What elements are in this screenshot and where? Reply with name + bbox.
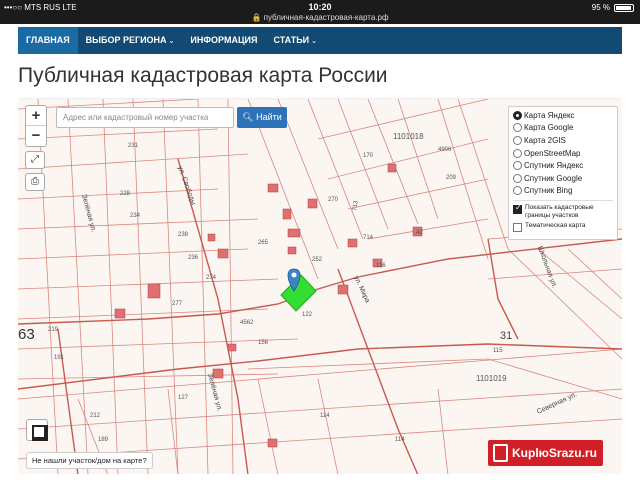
layer-option[interactable]: Карта Google bbox=[513, 122, 613, 135]
zoom-out-button[interactable]: − bbox=[26, 126, 46, 146]
chevron-down-icon: ⌄ bbox=[168, 38, 175, 45]
parcel-number: 170 bbox=[363, 153, 374, 159]
status-bar: •••○○ MTS RUS LTE 10:20 🔒 публичная-када… bbox=[0, 0, 640, 24]
battery-percent: 95 % bbox=[591, 3, 610, 12]
radio-selected-icon[interactable] bbox=[513, 110, 522, 120]
parcel-number: 274 bbox=[206, 275, 217, 281]
street-label-mira: ул. Мира bbox=[352, 275, 371, 304]
logo-icon bbox=[493, 444, 508, 462]
battery-icon bbox=[614, 3, 634, 12]
parcel-number: 122 bbox=[302, 312, 313, 318]
print-button[interactable]: ⎙ bbox=[25, 173, 45, 191]
layer-option[interactable]: Карта Яндекс bbox=[513, 109, 613, 122]
parcel-number: 234 bbox=[130, 213, 141, 219]
parcel-number: 127 bbox=[178, 395, 189, 401]
radio-icon[interactable] bbox=[513, 186, 522, 196]
nav-region[interactable]: ВЫБОР РЕГИОНА ⌄ bbox=[78, 27, 183, 54]
nav-home[interactable]: ГЛАВНАЯ bbox=[18, 27, 78, 54]
block-label-31: 31 bbox=[500, 330, 512, 342]
fullscreen-button[interactable] bbox=[26, 419, 48, 441]
parcel-number: 115 bbox=[493, 348, 503, 354]
cadastral-label-1101018: 1101018 bbox=[393, 132, 424, 141]
parcel-number: 189 bbox=[98, 437, 109, 443]
parcel-number: 231 bbox=[128, 143, 139, 149]
parcel-number: 4562 bbox=[240, 320, 254, 326]
print-icon: ⎙ bbox=[31, 176, 39, 187]
block-label-63: 63 bbox=[18, 326, 35, 343]
address-bar-url[interactable]: 🔒 публичная-кадастровая-карта.рф bbox=[0, 13, 640, 22]
parcel-number: 265 bbox=[258, 240, 269, 246]
street-label-shkolnaya: Школьная ул. bbox=[536, 245, 558, 289]
parcel-number: 156 bbox=[258, 340, 269, 346]
parcel-number: 713 bbox=[352, 200, 360, 212]
parcel-number: 219 bbox=[48, 327, 59, 333]
parcel-number: 209 bbox=[446, 175, 457, 181]
ruler-icon: ⤢ bbox=[31, 154, 39, 165]
show-borders-toggle[interactable]: Показать кадастровые границы участков bbox=[513, 204, 613, 220]
layer-option[interactable]: Карта 2GIS bbox=[513, 134, 613, 147]
search-button[interactable]: 🔍︎ Найти bbox=[237, 107, 287, 128]
parcel-number: 714 bbox=[363, 235, 374, 241]
clock: 10:20 bbox=[308, 2, 332, 12]
nav-info[interactable]: ИНФОРМАЦИЯ bbox=[182, 27, 265, 54]
parcel-number: 116 bbox=[376, 263, 386, 269]
radio-icon[interactable] bbox=[513, 148, 522, 158]
layer-option[interactable]: Спутник Google bbox=[513, 172, 613, 185]
parcel-number: 4906 bbox=[438, 147, 452, 153]
street-label-zelenaya-2: Зелёная ул. bbox=[206, 373, 223, 412]
radio-icon[interactable] bbox=[513, 173, 522, 183]
parcel-number: 191 bbox=[54, 355, 65, 361]
nav-articles[interactable]: СТАТЬИ ⌄ bbox=[265, 27, 325, 54]
parcel-number: 114 bbox=[320, 413, 330, 419]
parcel-number: 212 bbox=[90, 413, 101, 419]
checkbox-icon[interactable] bbox=[513, 223, 522, 233]
measure-tool-button[interactable]: ⤢ bbox=[25, 151, 45, 169]
parcel-number: 228 bbox=[120, 191, 131, 197]
zoom-control: + − bbox=[25, 105, 47, 147]
street-label-severnaya: Северная ул. bbox=[536, 391, 578, 416]
layer-option[interactable]: OpenStreetMap bbox=[513, 147, 613, 160]
checkbox-checked-icon[interactable] bbox=[513, 204, 522, 215]
radio-icon[interactable] bbox=[513, 161, 522, 171]
parcel-number: 238 bbox=[178, 232, 189, 238]
battery-indicator: 95 % bbox=[592, 3, 634, 12]
radio-icon[interactable] bbox=[513, 135, 522, 145]
search-icon: 🔍︎ bbox=[242, 112, 254, 122]
chevron-down-icon: ⌄ bbox=[311, 38, 318, 45]
not-found-link[interactable]: Не нашли участок/дом на карте? bbox=[26, 452, 153, 469]
parcel-number: 114 bbox=[395, 437, 405, 443]
page-title: Публичная кадастровая карта России bbox=[18, 64, 388, 87]
cadastral-label-1101019: 1101019 bbox=[476, 374, 507, 383]
street-label-zelenaya: Зелёная ул. bbox=[80, 194, 97, 233]
radio-icon[interactable] bbox=[513, 123, 522, 133]
parcel-number: 270 bbox=[328, 197, 339, 203]
main-navbar: ГЛАВНАЯ ВЫБОР РЕГИОНА ⌄ ИНФОРМАЦИЯ СТАТЬИ… bbox=[18, 27, 622, 54]
zoom-in-button[interactable]: + bbox=[26, 106, 46, 126]
street-label-svobody: ул. Свободы bbox=[176, 165, 197, 206]
parcel-number: 252 bbox=[312, 257, 323, 263]
layer-option[interactable]: Спутник Bing bbox=[513, 185, 613, 198]
layer-switcher: Карта Яндекс Карта Google Карта 2GIS Ope… bbox=[508, 106, 618, 240]
layer-option[interactable]: Спутник Яндекс bbox=[513, 159, 613, 172]
parcel-number: 42 bbox=[416, 230, 423, 236]
watermark-logo: KuplюSrazu.ru bbox=[488, 440, 603, 466]
cadastral-map[interactable]: 63 31 1101018 1101019 ул. Свободы Зелёна… bbox=[18, 98, 622, 474]
thematic-map-toggle[interactable]: Тематическая карта bbox=[513, 222, 613, 233]
search-input[interactable]: Адрес или кадастровый номер участка bbox=[56, 107, 234, 128]
divider bbox=[513, 200, 613, 202]
parcel-number: 236 bbox=[188, 255, 199, 261]
parcel-number: 277 bbox=[172, 301, 183, 307]
